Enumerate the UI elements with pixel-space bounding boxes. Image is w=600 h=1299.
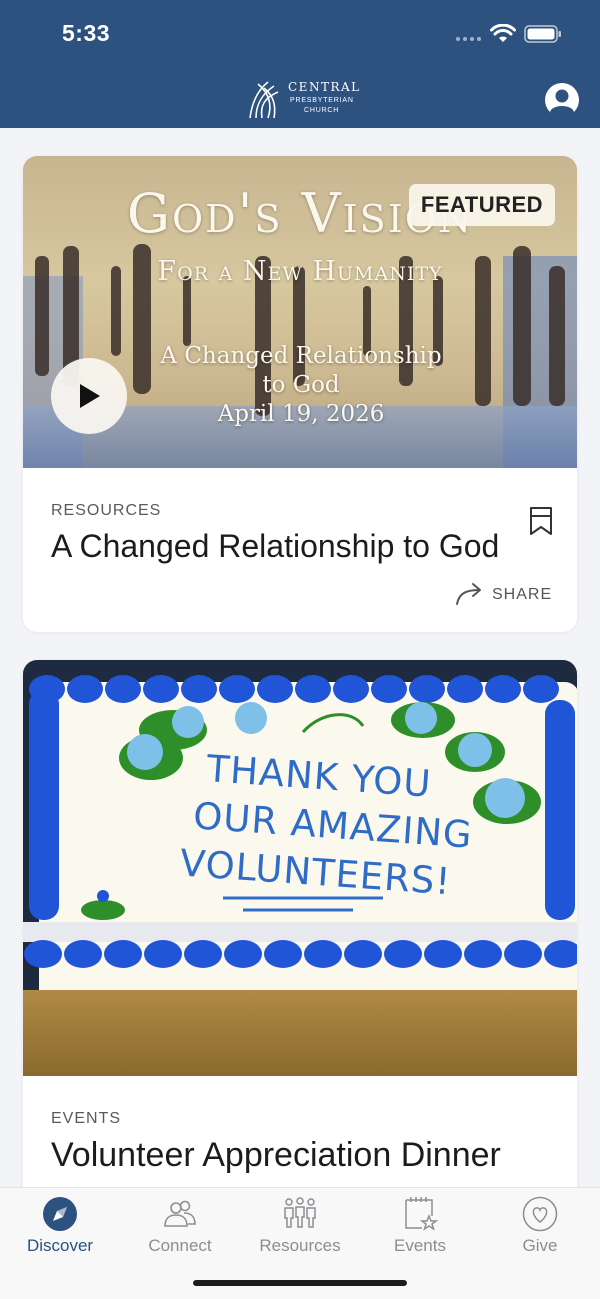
cellular-signal-icon (456, 37, 484, 43)
cake-board (23, 990, 577, 1076)
tab-events[interactable]: Events (360, 1188, 480, 1268)
tab-give[interactable]: Give (480, 1188, 600, 1268)
frosting-border-bottom (23, 922, 577, 968)
hero-caption: A Changed Relationship to God April 19, … (123, 342, 479, 429)
compass-icon (43, 1197, 77, 1231)
hero-subtitle: For a New Humanity (157, 256, 443, 287)
tab-label: Connect (148, 1236, 212, 1255)
calendar-star-icon (405, 1197, 438, 1231)
tab-label: Discover (26, 1236, 94, 1255)
status-time: 5:33 (62, 20, 111, 46)
battery-icon (524, 25, 561, 43)
tab-label: Events (394, 1236, 446, 1255)
heart-icon (522, 1196, 558, 1232)
featured-sermon-card[interactable]: God's Vision For a New Humanity A Change… (23, 156, 577, 632)
tab-resources[interactable]: Resources (240, 1188, 360, 1268)
share-icon (456, 583, 481, 605)
logo-text-central: CENTRAL (288, 80, 361, 94)
card-category: RESOURCES (51, 502, 162, 519)
share-label: SHARE (492, 586, 553, 603)
people-icon (164, 1200, 196, 1227)
featured-badge: FEATURED (409, 184, 555, 226)
app-header: 5:33 CENTRAL PRESBYTERIAN CHURCH (0, 0, 600, 128)
tab-discover[interactable]: Discover (0, 1188, 120, 1268)
play-icon (80, 384, 100, 408)
tab-label: Resources (259, 1236, 341, 1255)
sermon-hero-image[interactable]: God's Vision For a New Humanity A Change… (23, 156, 577, 468)
card-title[interactable]: A Changed Relationship to God (51, 528, 499, 565)
bookmark-icon[interactable] (529, 506, 553, 536)
tab-bar: Discover Connect Resources Events Give (0, 1187, 600, 1299)
logo-mark-icon (249, 81, 279, 119)
tab-connect[interactable]: Connect (120, 1188, 240, 1268)
hero-caption-line: A Changed Relationship (160, 343, 442, 369)
card-category: EVENTS (51, 1110, 122, 1127)
profile-icon[interactable] (544, 82, 580, 118)
play-button[interactable] (51, 358, 127, 434)
cake-hero-image[interactable]: THANK YOU OUR AMAZING VOLUNTEERS! (23, 660, 577, 1076)
hero-caption-date: April 19, 2026 (217, 401, 385, 427)
logo-text-church: CHURCH (304, 107, 340, 114)
wifi-icon (490, 24, 516, 42)
cake-message: THANK YOU OUR AMAZING VOLUNTEERS! (178, 744, 487, 909)
hero-caption-line: to God (262, 372, 340, 398)
logo-text-presbyterian: PRESBYTERIAN (290, 97, 354, 104)
home-indicator[interactable] (193, 1280, 407, 1286)
tab-label: Give (522, 1236, 558, 1255)
church-logo[interactable]: CENTRAL PRESBYTERIAN CHURCH (248, 76, 368, 120)
group-icon (284, 1197, 316, 1228)
event-card[interactable]: THANK YOU OUR AMAZING VOLUNTEERS! EVENTS… (23, 660, 577, 1220)
card-title[interactable]: Volunteer Appreciation Dinner (51, 1136, 501, 1175)
card-body: RESOURCES A Changed Relationship to God … (23, 468, 577, 632)
